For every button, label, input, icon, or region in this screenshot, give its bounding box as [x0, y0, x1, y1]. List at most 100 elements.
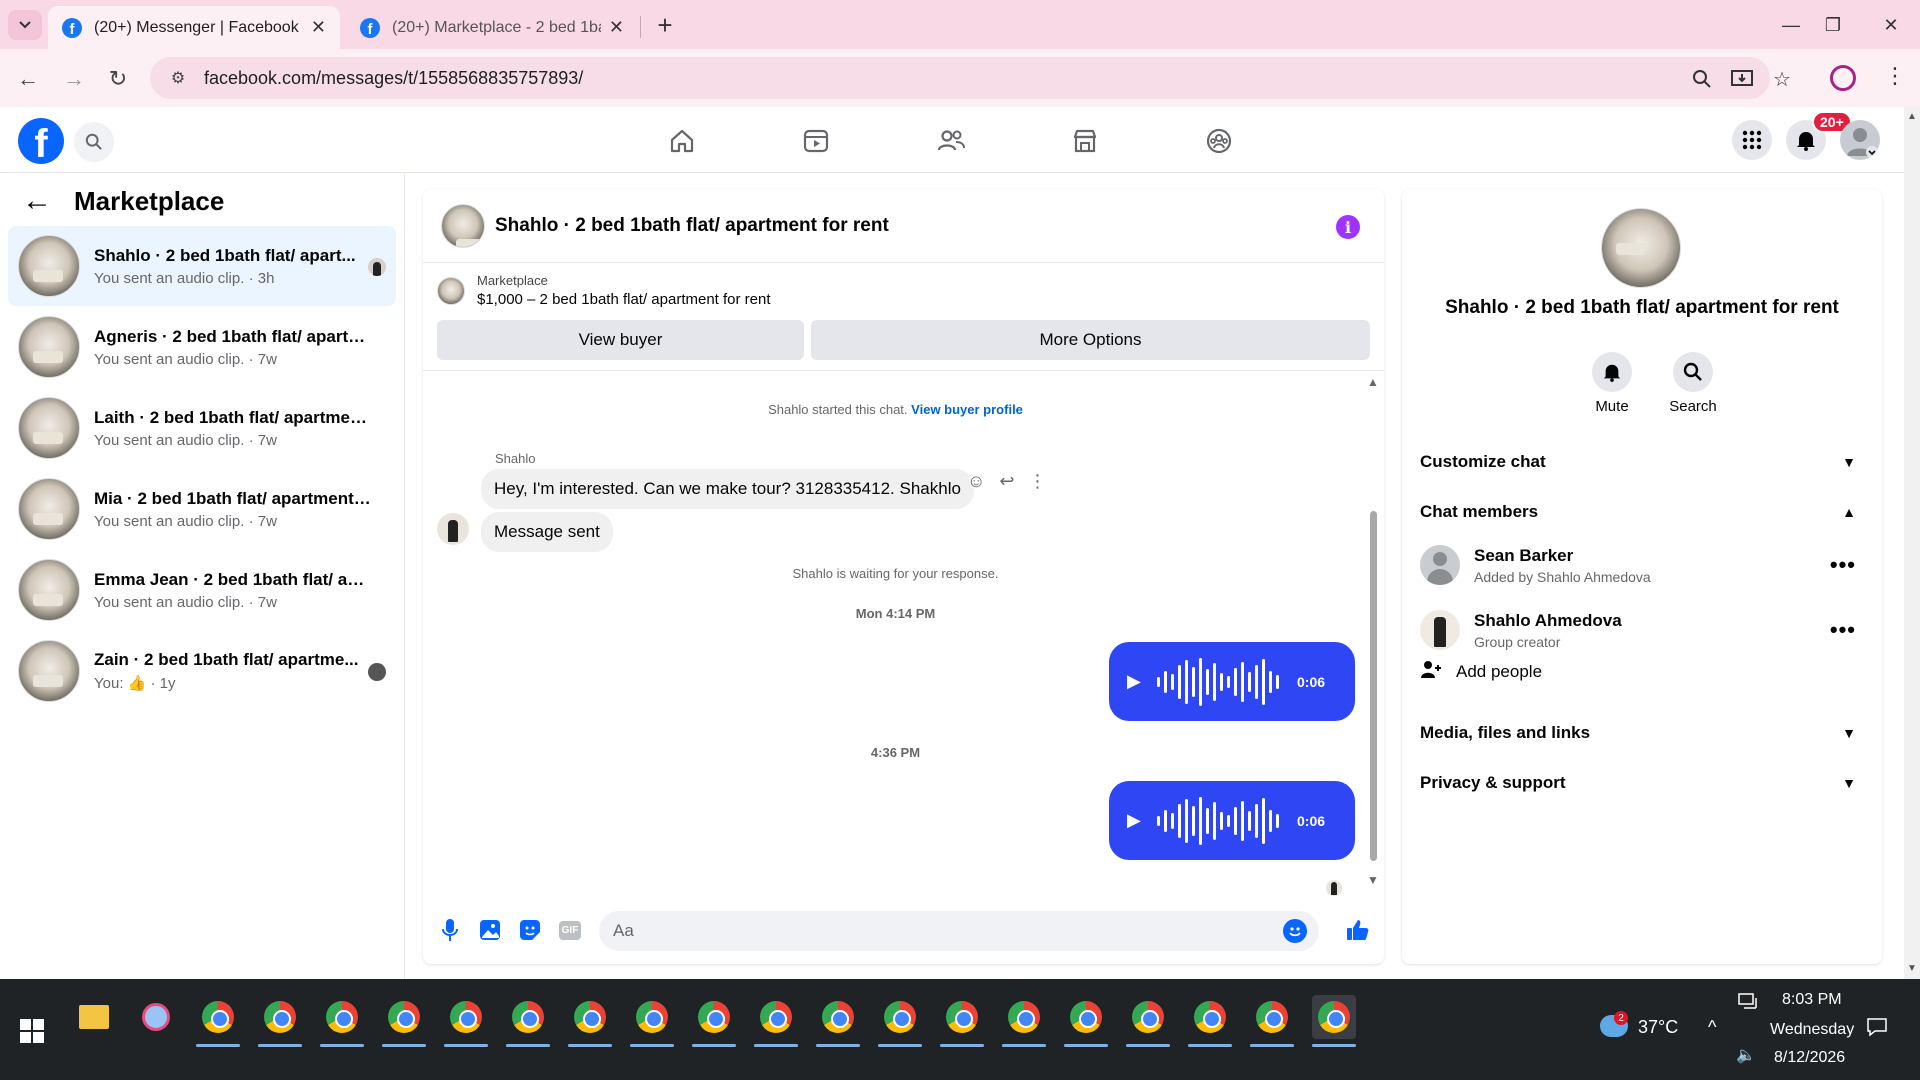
member-row[interactable]: Shahlo Ahmedova Group creator ••• [1420, 602, 1864, 658]
sender-avatar[interactable] [437, 513, 469, 545]
clock-day[interactable]: Wednesday [1770, 1021, 1854, 1039]
show-hidden-icons-icon[interactable]: ^ [1708, 1017, 1716, 1038]
more-options-icon[interactable]: ••• [1830, 617, 1856, 643]
chrome-menu-icon[interactable]: ⋮ [1884, 63, 1906, 89]
view-buyer-profile-link[interactable]: View buyer profile [911, 402, 1023, 417]
chat-title[interactable]: Shahlo · 2 bed 1bath flat/ apartment for… [495, 215, 889, 237]
conversation-item[interactable]: Agneris · 2 bed 1bath flat/ apartm... Yo… [8, 307, 396, 387]
chrome-window-icon[interactable] [630, 995, 674, 1047]
incoming-message[interactable]: Hey, I'm interested. Can we make tour? 3… [481, 469, 974, 509]
info-icon[interactable]: i [1336, 215, 1360, 239]
scroll-down-icon[interactable]: ▼ [1367, 873, 1379, 887]
back-button[interactable]: ← [12, 63, 44, 95]
play-icon[interactable]: ▶ [1127, 671, 1157, 692]
clock-time[interactable]: 8:03 PM [1782, 991, 1842, 1009]
reload-button[interactable]: ↻ [102, 63, 134, 95]
marketplace-icon[interactable] [1069, 125, 1101, 157]
more-icon[interactable]: ⋮ [1028, 471, 1046, 492]
chrome-window-icon[interactable] [816, 995, 860, 1047]
chrome-window-icon[interactable] [320, 995, 364, 1047]
chrome-window-icon[interactable] [382, 995, 426, 1047]
conversation-item[interactable]: Laith · 2 bed 1bath flat/ apartment... Y… [8, 388, 396, 468]
address-bar[interactable]: ⚙ facebook.com/messages/t/15585688357578… [150, 57, 1770, 99]
audio-message[interactable]: ▶ 0:06 [1109, 781, 1355, 860]
chat-scrollbar[interactable]: ▲ ▼ [1364, 371, 1382, 891]
photo-icon[interactable] [477, 917, 503, 943]
emoji-icon[interactable] [1283, 919, 1307, 943]
search-button[interactable]: Search [1663, 352, 1723, 415]
audio-message[interactable]: ▶ 0:06 [1109, 642, 1355, 721]
menu-grid-button[interactable] [1732, 120, 1772, 160]
back-arrow-icon[interactable]: ← [22, 184, 52, 218]
chrome-window-icon[interactable] [506, 995, 550, 1047]
close-tab-icon[interactable]: ✕ [609, 17, 624, 38]
file-explorer-icon[interactable] [72, 995, 116, 1039]
install-app-icon[interactable] [1728, 65, 1756, 93]
notification-center-icon[interactable] [1866, 1017, 1888, 1042]
chrome-window-icon[interactable] [940, 995, 984, 1047]
facebook-search-button[interactable] [74, 122, 114, 162]
bookmark-star-icon[interactable]: ☆ [1768, 65, 1796, 93]
chat-thumbnail[interactable] [441, 203, 485, 248]
view-buyer-button[interactable]: View buyer [437, 320, 804, 360]
windows-start-icon[interactable] [20, 1019, 44, 1043]
conversation-item[interactable]: Mia · 2 bed 1bath flat/ apartment f... Y… [8, 469, 396, 549]
page-scrollbar[interactable]: ▲ ▼ [1904, 107, 1920, 979]
reply-icon[interactable]: ↩ [999, 471, 1014, 492]
message-input[interactable]: Aa [599, 911, 1319, 951]
chrome-window-icon[interactable] [196, 995, 240, 1047]
more-options-button[interactable]: More Options [811, 320, 1370, 360]
minimize-button[interactable]: — [1776, 10, 1806, 40]
chrome-window-icon[interactable] [1250, 995, 1294, 1047]
chrome-window-icon[interactable] [1064, 995, 1108, 1047]
tab-search-button[interactable] [8, 10, 42, 40]
groups-icon[interactable] [1203, 125, 1235, 157]
volume-icon[interactable]: 🔈 [1736, 1045, 1756, 1065]
chrome-window-icon[interactable] [1002, 995, 1046, 1047]
chrome-profile-icon[interactable] [1830, 65, 1856, 91]
listing-summary[interactable]: Marketplace $1,000 – 2 bed 1bath flat/ a… [437, 273, 771, 308]
scroll-thumb[interactable] [1370, 511, 1377, 861]
member-row[interactable]: Sean Barker Added by Shahlo Ahmedova ••• [1420, 537, 1864, 593]
sticker-icon[interactable] [517, 917, 543, 943]
snipping-tool-icon[interactable] [134, 995, 178, 1039]
chrome-window-icon[interactable] [1312, 995, 1356, 1047]
conversation-item[interactable]: Emma Jean · 2 bed 1bath flat/ apar... Yo… [8, 550, 396, 630]
microphone-icon[interactable] [437, 917, 463, 943]
media-files-section[interactable]: Media, files and links ▼ [1420, 713, 1864, 753]
incoming-message[interactable]: Message sent [481, 512, 613, 552]
chrome-window-icon[interactable] [1188, 995, 1232, 1047]
account-avatar[interactable] [1840, 120, 1880, 160]
chrome-window-icon[interactable] [878, 995, 922, 1047]
thumbs-up-icon[interactable] [1345, 917, 1371, 943]
site-info-icon[interactable]: ⚙ [160, 68, 196, 88]
chrome-window-icon[interactable] [258, 995, 302, 1047]
chrome-window-icon[interactable] [692, 995, 736, 1047]
privacy-support-section[interactable]: Privacy & support ▼ [1420, 763, 1864, 803]
more-options-icon[interactable]: ••• [1830, 552, 1856, 578]
clock-date[interactable]: 8/12/2026 [1774, 1049, 1845, 1067]
scroll-up-icon[interactable]: ▲ [1367, 375, 1379, 389]
new-tab-button[interactable]: + [650, 10, 680, 40]
mute-button[interactable]: Mute [1582, 352, 1642, 415]
restore-button[interactable]: ❐ [1818, 10, 1848, 40]
facebook-logo[interactable]: f [18, 118, 64, 164]
browser-tab-marketplace[interactable]: f (20+) Marketplace - 2 bed 1bath ✕ [346, 6, 638, 49]
chat-members-section[interactable]: Chat members ▲ [1420, 492, 1864, 532]
zoom-icon[interactable] [1688, 65, 1716, 93]
play-icon[interactable]: ▶ [1127, 810, 1157, 831]
close-window-button[interactable]: ✕ [1876, 10, 1906, 40]
forward-button[interactable]: → [58, 63, 90, 95]
friends-icon[interactable] [935, 125, 967, 157]
chrome-window-icon[interactable] [1126, 995, 1170, 1047]
temperature[interactable]: 37°C [1638, 1017, 1678, 1038]
conversation-item[interactable]: Zain · 2 bed 1bath flat/ apartme... You:… [8, 631, 396, 711]
chrome-window-icon[interactable] [444, 995, 488, 1047]
network-icon[interactable] [1738, 993, 1760, 1016]
customize-chat-section[interactable]: Customize chat ▼ [1420, 442, 1864, 482]
chrome-window-icon[interactable] [754, 995, 798, 1047]
listing-thumbnail[interactable] [1601, 208, 1681, 288]
close-tab-icon[interactable]: ✕ [311, 17, 326, 38]
home-icon[interactable] [666, 125, 698, 157]
browser-tab-messenger[interactable]: f (20+) Messenger | Facebook ✕ [48, 6, 340, 49]
